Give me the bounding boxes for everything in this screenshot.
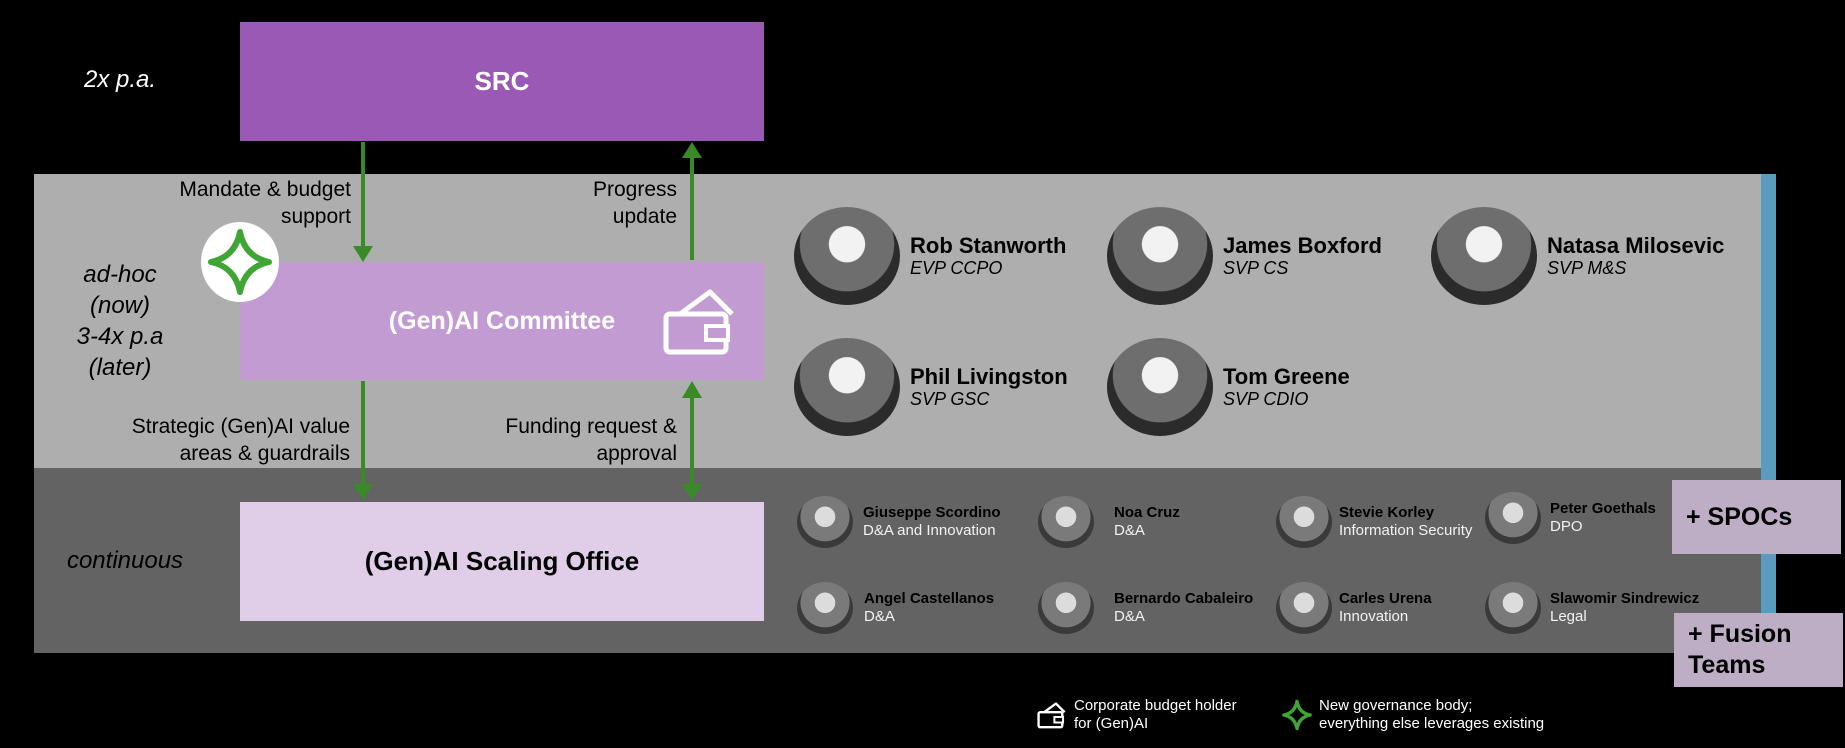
office-member: Slawomir Sindrewicz Legal (1485, 582, 1699, 634)
committee-member: Tom Greene SVP CDIO (1107, 338, 1350, 436)
office-member: Bernardo Cabaleiro D&A (1038, 582, 1253, 634)
committee-member: Natasa Milosevic SVP M&S (1431, 207, 1724, 305)
avatar (797, 496, 853, 548)
fusion-teams-tag: + Fusion Teams (1674, 613, 1843, 687)
office-member: Angel Castellanos D&A (797, 582, 994, 634)
spocs-tag: + SPOCs (1672, 480, 1841, 554)
label-strategic: Strategic (Gen)AI value areas & guardrail… (131, 415, 350, 465)
avatar (794, 207, 900, 305)
four-point-star-icon (1282, 699, 1312, 731)
committee-member: Phil Livingston SVP GSC (794, 338, 1068, 436)
arrow-strategic (353, 381, 373, 500)
avatar (1107, 338, 1213, 436)
label-progress: Progress update (592, 178, 677, 228)
avatar (1485, 582, 1541, 634)
legend-budget: Corporate budget holder for (Gen)AI (1037, 697, 1237, 733)
office-member: Peter Goethals DPO (1485, 492, 1656, 544)
wallet-card-icon (1037, 702, 1066, 729)
arrow-mandate (353, 142, 373, 262)
avatar (1107, 207, 1213, 305)
new-governance-badge (201, 222, 279, 302)
arrow-funding (682, 381, 702, 500)
committee-member: Rob Stanworth EVP CCPO (794, 207, 1066, 305)
avatar (1276, 582, 1332, 634)
office-member: Noa Cruz D&A (1038, 496, 1180, 548)
committee-member: James Boxford SVP CS (1107, 207, 1382, 305)
avatar (1276, 496, 1332, 548)
label-funding: Funding request & approval (505, 415, 677, 465)
avatar (1485, 492, 1541, 544)
four-point-star-icon (208, 229, 272, 295)
avatar (1431, 207, 1537, 305)
avatar (1038, 582, 1094, 634)
legend-governance: New governance body; everything else lev… (1280, 697, 1544, 733)
avatar (794, 338, 900, 436)
avatar (1038, 496, 1094, 548)
office-member: Stevie Korley Information Security (1276, 496, 1472, 548)
arrow-progress (682, 142, 702, 260)
office-member: Carles Urena Innovation (1276, 582, 1432, 634)
office-member: Giuseppe Scordino D&A and Innovation (797, 496, 1001, 548)
avatar (797, 582, 853, 634)
